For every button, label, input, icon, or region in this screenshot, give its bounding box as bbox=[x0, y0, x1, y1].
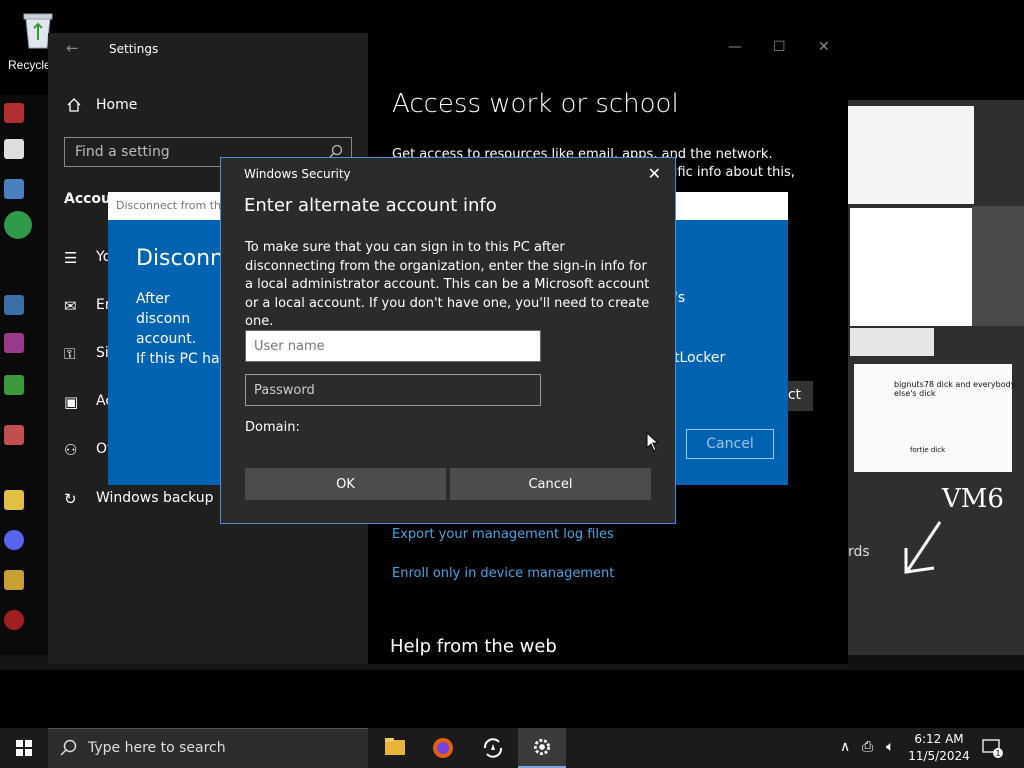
clock-date: 11/5/2024 bbox=[908, 749, 970, 763]
help-heading: Help from the web bbox=[390, 636, 557, 657]
taskbar-search-placeholder: Type here to search bbox=[88, 740, 226, 756]
briefcase-icon: ▣ bbox=[64, 393, 79, 411]
home-icon[interactable] bbox=[66, 97, 82, 113]
minimize-icon[interactable]: — bbox=[728, 39, 742, 55]
password-field[interactable] bbox=[245, 374, 541, 406]
settings-gear-icon[interactable] bbox=[518, 728, 566, 768]
page-title: Access work or school bbox=[392, 89, 679, 119]
domain-label: Domain: bbox=[245, 420, 300, 435]
home-link[interactable]: Home bbox=[96, 97, 137, 113]
handwritten-arrow-icon bbox=[904, 521, 942, 574]
app-icon[interactable] bbox=[4, 211, 32, 239]
drawing-caption: bignuts78 dick and everybody else's dick bbox=[894, 380, 1016, 398]
drawing-image bbox=[850, 208, 972, 326]
drawing-image bbox=[848, 106, 974, 204]
dialog-text: tLocker bbox=[674, 350, 726, 366]
discord-icon[interactable] bbox=[4, 530, 24, 550]
sync-app-icon[interactable] bbox=[469, 728, 517, 768]
cancel-button[interactable]: Cancel bbox=[686, 429, 774, 459]
volume-icon[interactable]: 🔈︎ bbox=[886, 739, 894, 755]
search-icon bbox=[60, 739, 77, 756]
export-logs-link[interactable]: Export your management log files bbox=[392, 527, 614, 542]
chevron-up-icon[interactable]: ∧ bbox=[840, 739, 850, 755]
enroll-device-link[interactable]: Enroll only in device management bbox=[392, 566, 614, 581]
maximize-icon[interactable]: ☐ bbox=[773, 39, 786, 55]
app-icon[interactable] bbox=[4, 610, 24, 630]
windows-security-dialog: Windows Security ✕ Enter alternate accou… bbox=[220, 157, 676, 524]
app-icon[interactable] bbox=[4, 570, 24, 590]
clock-time: 6:12 AM bbox=[914, 732, 964, 746]
app-icon[interactable] bbox=[4, 490, 24, 510]
section-heading: Accou bbox=[64, 191, 112, 207]
cancel-button[interactable]: Cancel bbox=[450, 468, 651, 500]
desktop-icon-column bbox=[0, 95, 48, 670]
close-icon[interactable]: ✕ bbox=[818, 39, 830, 55]
file-explorer-icon[interactable] bbox=[371, 728, 419, 768]
dialog-text: If this PC has recovery key bbox=[136, 351, 322, 367]
app-icon[interactable] bbox=[4, 103, 24, 123]
dialog-text: After disconn account. bbox=[136, 291, 197, 347]
recycle-bin-label: Recycle bbox=[8, 58, 51, 72]
taskbar-search[interactable]: Type here to search bbox=[48, 728, 368, 768]
app-icon[interactable] bbox=[4, 179, 24, 199]
close-icon[interactable]: ✕ bbox=[648, 164, 661, 183]
drawing-caption: fortie dick bbox=[910, 446, 946, 454]
image-strip bbox=[850, 328, 934, 356]
handwritten-label: VM6 bbox=[942, 484, 1004, 514]
search-icon bbox=[329, 144, 343, 158]
network-icon[interactable]: ⎙ bbox=[862, 739, 873, 755]
window-title: Settings bbox=[109, 42, 159, 56]
add-person-icon: ⚇ bbox=[64, 441, 78, 459]
app-icon[interactable] bbox=[4, 333, 24, 353]
photo-image bbox=[972, 206, 1024, 326]
vm-taskbar bbox=[848, 655, 1024, 670]
username-field[interactable] bbox=[245, 330, 541, 362]
taskbar: Type here to search ∧ ⎙ 🔈︎ 6:12 AM 11/5/… bbox=[0, 728, 1024, 768]
vm-text: rds bbox=[848, 544, 870, 560]
ok-button[interactable]: OK bbox=[245, 468, 446, 500]
windows-start-icon[interactable] bbox=[0, 728, 48, 768]
key-icon: ⚿ bbox=[64, 345, 76, 363]
mouse-cursor-icon bbox=[646, 432, 660, 452]
app-icon[interactable] bbox=[4, 139, 24, 159]
dialog-title: Windows Security bbox=[244, 167, 351, 181]
notification-count: 1 bbox=[995, 749, 1000, 758]
app-icon[interactable] bbox=[4, 375, 24, 395]
taskbar-clock[interactable]: 6:12 AM 11/5/2024 bbox=[906, 731, 972, 765]
backup-icon: ↻ bbox=[64, 490, 77, 508]
disconnect-button-label: ct bbox=[787, 387, 801, 403]
firefox-icon[interactable] bbox=[419, 728, 467, 768]
person-card-icon: ☰ bbox=[64, 249, 78, 267]
mail-icon: ✉ bbox=[64, 297, 77, 315]
steam-icon[interactable] bbox=[4, 295, 24, 315]
remote-vm-view: bignuts78 dick and everybody else's dick… bbox=[848, 100, 1024, 670]
dialog-header-text: Disconnect from the bbox=[116, 199, 228, 212]
dialog-heading: Enter alternate account info bbox=[244, 195, 497, 216]
notification-icon[interactable]: 1 bbox=[982, 737, 1004, 759]
dialog-description: To make sure that you can sign in to thi… bbox=[245, 240, 650, 329]
back-arrow-icon[interactable]: ← bbox=[66, 39, 79, 57]
app-icon[interactable] bbox=[4, 425, 24, 445]
sidebar-item-label: Windows backup bbox=[96, 490, 214, 506]
search-placeholder: Find a setting bbox=[75, 144, 170, 160]
dialog-title: Disconn bbox=[136, 246, 224, 271]
